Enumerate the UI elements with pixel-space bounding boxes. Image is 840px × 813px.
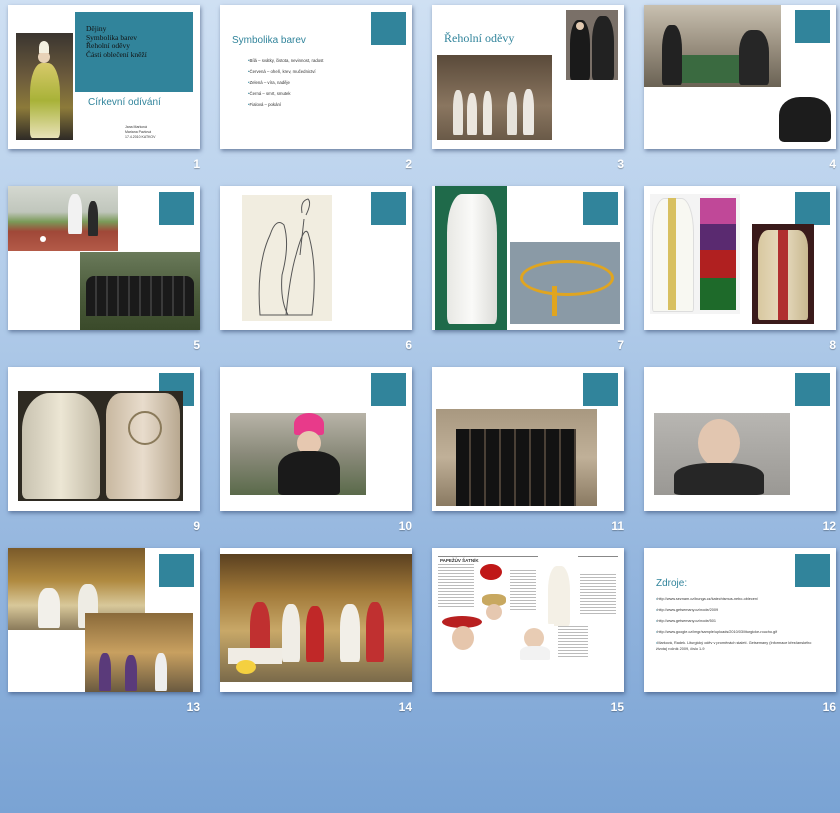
- article-rule: [438, 556, 618, 557]
- slide-thumbnail-14[interactable]: [220, 548, 412, 692]
- sketch-figures: [258, 198, 315, 316]
- accent-square: [159, 192, 194, 225]
- source-item: http://www.getsemany.cz/node/2009: [656, 607, 816, 613]
- slide-thumbnail-9[interactable]: [8, 367, 200, 511]
- slide-number: 7: [617, 338, 624, 352]
- monks-foosball-photo: [644, 5, 781, 87]
- slide-number: 2: [405, 157, 412, 171]
- title-line: Části oblečení kněží: [86, 49, 147, 59]
- source-item: Marková, Radek. Liturgický oděv v proměn…: [656, 640, 816, 652]
- accent-square: [583, 373, 618, 406]
- accent-square: [371, 373, 406, 406]
- slide-number: 6: [405, 338, 412, 352]
- article-text-block: [558, 626, 588, 658]
- source-item: http://www.google.cz/imgr/sample/uploads…: [656, 629, 816, 635]
- slide-number: 8: [829, 338, 836, 352]
- source-item: http://www.getsemany.cz/node/501: [656, 618, 816, 624]
- accent-square: [795, 10, 830, 43]
- slide-number: 10: [398, 519, 412, 533]
- chasubles-photo: [650, 194, 740, 314]
- slide-number: 4: [829, 157, 836, 171]
- slide-number: 13: [186, 700, 200, 714]
- pope-standing-photo: [538, 556, 578, 628]
- alb-photo: [435, 186, 507, 330]
- slide-number: 1: [193, 157, 200, 171]
- pope-photo: [16, 33, 73, 140]
- sources-list: http://www.seznam.cz/bunga.cz/katechismu…: [656, 596, 816, 652]
- bullet-item: Zelená – víra, naděje: [248, 77, 323, 88]
- football-photo: [8, 186, 118, 251]
- slide-thumbnail-8[interactable]: [644, 186, 836, 330]
- slide-number: 5: [193, 338, 200, 352]
- slide-number: 9: [193, 519, 200, 533]
- slide-thumbnail-10[interactable]: [220, 367, 412, 511]
- seminarians-photo: [436, 409, 597, 506]
- source-item: http://www.seznam.cz/bunga.cz/katechismu…: [656, 596, 816, 602]
- accent-square: [795, 554, 830, 587]
- priest-portrait-photo: [654, 413, 790, 495]
- pope-mitre-photo: [480, 592, 508, 622]
- accent-square: [371, 192, 406, 225]
- cassock-photo: [779, 97, 831, 142]
- pope-white-photo: [516, 624, 554, 660]
- slide-number: 14: [398, 700, 412, 714]
- slide-number: 11: [611, 519, 624, 533]
- slide-title: Řeholní oděvy: [444, 31, 515, 45]
- bullet-item: Červená – oheň, krev, mučednictví: [248, 66, 323, 77]
- bishop-photo: [230, 413, 366, 495]
- monks-procession-photo: [437, 55, 552, 140]
- accent-square: [371, 12, 406, 45]
- accent-square: [795, 192, 830, 225]
- slide-thumbnail-15[interactable]: PAPEŽŮV ŠATNÍK: [432, 548, 624, 692]
- slide-thumbnail-1[interactable]: Dějiny Symbolika barev Řeholní oděvy Čás…: [8, 5, 200, 149]
- slide-thumbnail-11[interactable]: [432, 367, 624, 511]
- slide-thumbnail-4[interactable]: [644, 5, 836, 149]
- article-text-block: [510, 570, 536, 610]
- accent-square: [795, 373, 830, 406]
- slide-thumbnail-7[interactable]: [432, 186, 624, 330]
- bullet-item: Fialová – pokání: [248, 99, 323, 110]
- slide-subtitle: Církevní odívání: [88, 97, 161, 108]
- bullet-list: Bílá – svátky, čistota, nevinnost, rados…: [248, 55, 324, 110]
- article-header: PAPEŽŮV ŠATNÍK: [440, 558, 479, 563]
- nuns-photo: [566, 10, 618, 80]
- article-text-block: [580, 574, 616, 614]
- pope-hat-photo: [478, 562, 504, 588]
- slide-thumbnail-12[interactable]: [644, 367, 836, 511]
- slide-title: Symbolika barev: [232, 35, 306, 46]
- slide-thumbnail-3[interactable]: Řeholní oděvy: [432, 5, 624, 149]
- slide-number: 15: [610, 700, 624, 714]
- ornate-chasuble-photo: [752, 224, 814, 324]
- church-interior-photo: [85, 613, 193, 692]
- slide-number: 16: [822, 700, 836, 714]
- slide-number: 3: [617, 157, 624, 171]
- bullet-item: Černá – smrt, smutek: [248, 88, 323, 99]
- vestments-photo: [18, 391, 183, 501]
- slide-thumbnail-5[interactable]: [8, 186, 200, 330]
- pope-red-hat-photo: [442, 612, 482, 660]
- slide-thumbnail-2[interactable]: Symbolika barev Bílá – svátky, čistota, …: [220, 5, 412, 149]
- accent-square: [159, 554, 194, 587]
- sketch-drawing: [242, 195, 332, 321]
- article-text-block: [438, 564, 474, 608]
- author-line: 17.4.2010 KATKOV: [125, 135, 156, 139]
- cincture-photo: [510, 242, 620, 324]
- slide-thumbnail-6[interactable]: [220, 186, 412, 330]
- slide-title: Zdroje:: [656, 578, 688, 589]
- slide-number: 12: [822, 519, 836, 533]
- cathedral-mass-photo: [220, 554, 412, 682]
- group-photo-monks: [80, 252, 200, 330]
- accent-square: [583, 192, 618, 225]
- slide-thumbnail-16[interactable]: Zdroje: http://www.seznam.cz/bunga.cz/ka…: [644, 548, 836, 692]
- bullet-item: Bílá – svátky, čistota, nevinnost, rados…: [248, 55, 324, 66]
- slide-thumbnail-13[interactable]: [8, 548, 200, 692]
